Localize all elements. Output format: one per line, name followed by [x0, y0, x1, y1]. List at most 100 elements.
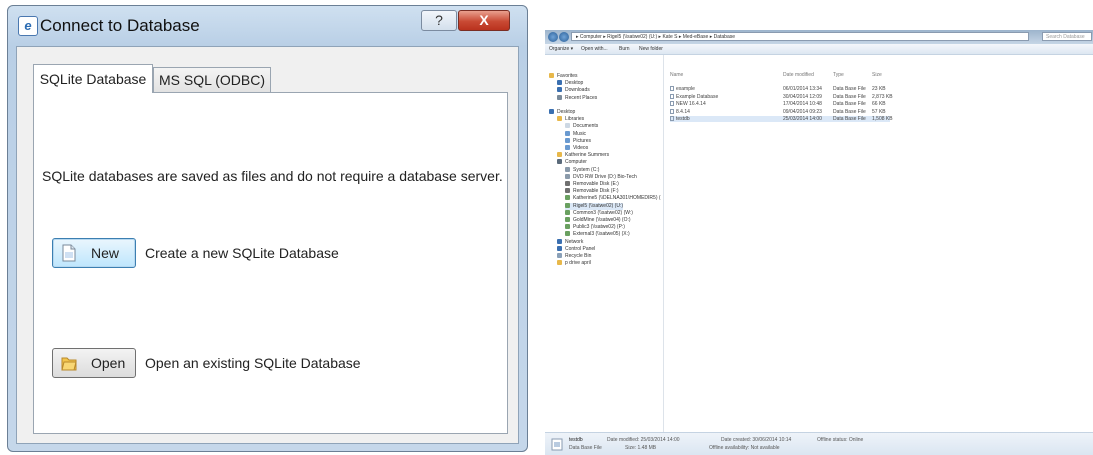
nav-item[interactable]: Favorites	[549, 73, 578, 80]
nav-item[interactable]: Katherine Summers	[557, 152, 609, 159]
tab-mssql[interactable]: MS SQL (ODBC)	[153, 67, 271, 92]
nav-item[interactable]: Libraries	[557, 116, 584, 123]
organize-button[interactable]: Organize ▾	[549, 46, 573, 52]
search-input[interactable]: Search Database	[1042, 32, 1092, 41]
nav-item[interactable]: Removable Disk (F:)	[565, 188, 619, 195]
file-name: NEW 16.4.14	[676, 101, 706, 107]
table-row[interactable]: 8.4.14 09/04/2014 09:23 Data Base File 57 K…	[670, 108, 890, 115]
nav-item-label: Removable Disk (F:)	[573, 188, 619, 195]
nav-item-label: External3 (\\satwe05) (X:)	[573, 231, 630, 238]
explorer-toolbar: Organize ▾ Open with... Burn New folder	[545, 44, 1093, 55]
folder-icon	[565, 224, 570, 230]
database-file-icon	[670, 116, 674, 121]
nav-item-label: Computer	[565, 159, 587, 166]
table-row[interactable]: Example Database 30/04/2014 12:09 Data Bas…	[670, 93, 893, 100]
column-type[interactable]: Type	[833, 72, 844, 78]
details-created: Date created: 30/06/2014 10:14	[721, 437, 792, 443]
folder-icon	[549, 73, 554, 78]
nav-item[interactable]: Computer	[557, 159, 587, 166]
details-availability: Offline availability: Not available	[709, 445, 780, 451]
folder-icon	[557, 238, 562, 244]
nav-item-label: Network	[565, 238, 584, 245]
column-date[interactable]: Date modified	[783, 72, 814, 78]
address-input[interactable]: ▸ Computer ▸ Rigel5 (\\satwe02) (U:) ▸ K…	[571, 32, 1029, 41]
forward-icon[interactable]	[559, 32, 569, 42]
dialog-title: Connect to Database	[40, 16, 200, 35]
nav-item[interactable]: Recent Places	[557, 94, 598, 102]
table-row[interactable]: NEW 16.4.14 17/04/2014 10:48 Data Base Fil…	[670, 101, 890, 107]
folder-icon	[565, 166, 570, 172]
nav-item[interactable]: External3 (\\satwe05) (X:)	[565, 231, 630, 238]
new-file-icon	[62, 244, 76, 262]
nav-item[interactable]: GoldMine (\\satwe04) (O:)	[565, 217, 631, 224]
nav-item[interactable]: p drive april	[557, 260, 591, 267]
nav-item-label: DVD RW Drive (D:) Bio-Tech	[573, 173, 637, 180]
tab-sqlite[interactable]: SQLite Database	[33, 64, 153, 93]
new-button[interactable]: New	[52, 238, 136, 268]
nav-item[interactable]: Recycle Bin	[557, 253, 591, 260]
nav-item[interactable]: Desktop	[549, 109, 575, 116]
nav-item-label: Removable Disk (E:)	[573, 181, 619, 187]
burn-button[interactable]: Burn	[619, 46, 630, 52]
nav-item-label: GoldMine (\\satwe04) (O:)	[573, 217, 631, 223]
folder-icon	[557, 87, 562, 93]
nav-item-label: Desktop	[565, 80, 584, 87]
sqlite-description: SQLite databases are saved as files and …	[42, 168, 503, 184]
table-row[interactable]: testdb 25/03/2014 14:00 Data Base File 1,50…	[670, 116, 893, 122]
folder-icon	[565, 173, 570, 179]
nav-item-label: Recent Places	[565, 94, 598, 101]
open-button[interactable]: Open	[52, 348, 136, 378]
nav-item[interactable]: Katherine5 (\\DELNA301\HOMEDIR5) (	[565, 195, 661, 202]
nav-item[interactable]: Common3 (\\satwe02) (W:)	[565, 209, 633, 217]
nav-item[interactable]: Network	[557, 238, 584, 246]
folder-icon	[565, 130, 570, 136]
file-type: Data Base File	[833, 116, 866, 122]
column-name[interactable]: Name	[670, 72, 683, 78]
file-size: 23 KB	[872, 86, 886, 92]
new-button-label: New	[91, 245, 120, 261]
folder-icon	[565, 181, 570, 186]
nav-item[interactable]: Removable Disk (E:)	[565, 181, 619, 188]
database-file-icon	[670, 101, 674, 106]
file-date: 25/03/2014 14:00	[783, 116, 822, 122]
nav-item-label: Pictures	[573, 137, 592, 144]
folder-icon	[565, 123, 570, 129]
nav-item[interactable]: Pictures	[565, 137, 592, 145]
folder-icon	[565, 202, 570, 208]
nav-item[interactable]: Public3 (\\satwe02) (P:)	[565, 224, 625, 231]
nav-item-label: Desktop	[557, 109, 576, 115]
file-name: example	[676, 86, 695, 92]
nav-item-label: Katherine Summers	[565, 152, 610, 159]
folder-icon	[565, 145, 570, 150]
nav-item-label: Recycle Bin	[565, 253, 592, 259]
folder-icon	[565, 137, 570, 143]
database-file-icon	[670, 108, 674, 114]
back-icon[interactable]	[548, 32, 558, 42]
column-size[interactable]: Size	[872, 72, 882, 78]
nav-item-label: System (C:)	[573, 166, 600, 173]
database-file-icon	[551, 438, 563, 451]
nav-item[interactable]: Control Panel	[557, 245, 595, 253]
nav-item[interactable]: System (C:)	[565, 166, 600, 174]
folder-icon	[549, 109, 554, 114]
new-folder-button[interactable]: New folder	[639, 46, 663, 52]
folder-icon	[557, 159, 562, 165]
nav-item[interactable]: DVD RW Drive (D:) Bio-Tech	[565, 173, 637, 181]
nav-item[interactable]: Desktop	[557, 80, 583, 87]
file-type: Data Base File	[833, 108, 866, 115]
table-row[interactable]: example 06/01/2014 13:34 Data Base File 23 …	[670, 86, 890, 92]
file-size: 66 KB	[872, 101, 886, 107]
file-date: 09/04/2014 09:23	[783, 108, 822, 115]
nav-item-label: Documents	[573, 123, 599, 130]
open-folder-icon	[61, 357, 77, 371]
help-button[interactable]: ?	[421, 10, 457, 31]
nav-item[interactable]: Music	[565, 130, 586, 138]
open-with-button[interactable]: Open with...	[581, 46, 608, 52]
nav-item[interactable]: Downloads	[557, 87, 590, 94]
nav-item[interactable]: Rigel5 (\\satwe02) (U:)	[565, 202, 624, 210]
nav-item[interactable]: Videos	[565, 145, 588, 152]
nav-item[interactable]: Documents	[565, 123, 598, 130]
nav-item-label: Common3 (\\satwe02) (W:)	[573, 209, 633, 216]
file-type: Data Base File	[833, 101, 866, 107]
close-button[interactable]: X	[458, 10, 510, 31]
